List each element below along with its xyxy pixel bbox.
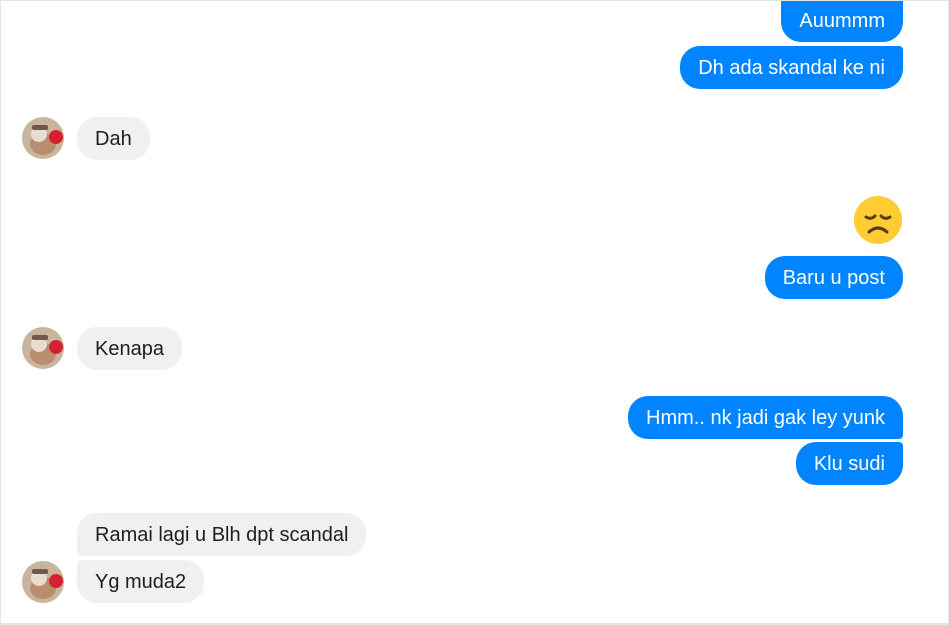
contact-avatar[interactable] (22, 327, 64, 369)
message-bubble-incoming[interactable]: Kenapa (77, 327, 182, 370)
message-bubble-outgoing[interactable]: Baru u post (764, 256, 903, 299)
message-bubble-outgoing[interactable]: Klu sudi (795, 442, 903, 485)
avatar-icon (22, 561, 64, 603)
disappointed-face-emoji[interactable] (853, 195, 903, 245)
message-bubble-incoming[interactable]: Yg muda2 (77, 560, 205, 603)
message-bubble-outgoing[interactable]: Hmm.. nk jadi gak ley yunk (628, 396, 903, 439)
avatar-icon (22, 117, 64, 159)
avatar-icon (22, 327, 64, 369)
chat-thread: Auummm Dh ada skandal ke ni Dah Baru u p… (0, 0, 949, 625)
contact-avatar[interactable] (22, 117, 64, 159)
message-bubble-incoming[interactable]: Dah (77, 117, 150, 160)
message-bubble-outgoing[interactable]: Dh ada skandal ke ni (680, 46, 903, 89)
message-bubble-incoming[interactable]: Ramai lagi u Blh dpt scandal (77, 513, 367, 556)
contact-avatar[interactable] (22, 561, 64, 603)
message-bubble-outgoing[interactable]: Auummm (781, 1, 903, 42)
